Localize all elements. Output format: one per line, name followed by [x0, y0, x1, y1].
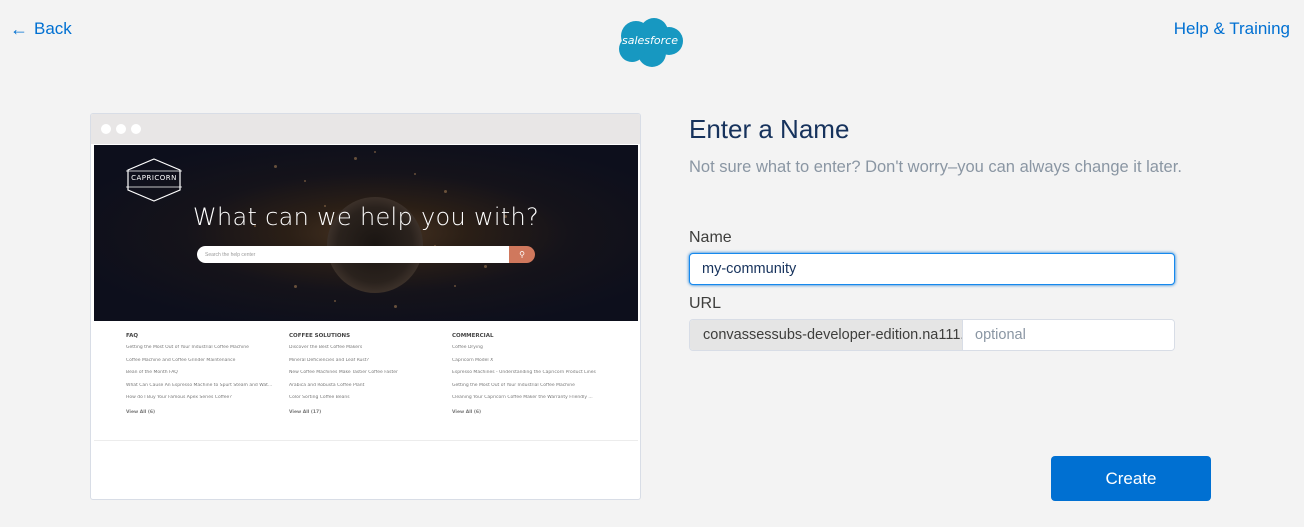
preview-browser-bar: [91, 114, 640, 144]
search-icon: ⚲: [509, 246, 535, 263]
preview-topic-link: Espresso Machines - Understanding the Ca…: [452, 370, 596, 375]
url-suffix-input[interactable]: [963, 320, 1174, 350]
page-subtitle: Not sure what to enter? Don't worry–you …: [689, 158, 1182, 176]
preview-column-heading: COMMERCIAL: [452, 333, 494, 339]
preview-topic-link: Color Sorting Coffee Beans: [289, 395, 350, 400]
preview-search-field: Search the help center: [197, 246, 509, 263]
name-input[interactable]: [689, 253, 1175, 285]
preview-topic-link: Discover the Best Coffee Makers: [289, 345, 363, 350]
window-dot-icon: [116, 124, 126, 134]
preview-view-all: View All (17): [289, 409, 322, 415]
url-label: URL: [689, 295, 722, 312]
preview-topic-link: Arabica and Robusta Coffee Plant: [289, 382, 365, 388]
preview-search-bar: Search the help center ⚲: [197, 246, 535, 263]
brand-badge: CAPRICORN: [122, 157, 186, 203]
url-prefix: convassessubs-developer-edition.na111.fo…: [690, 320, 963, 350]
page-title: Enter a Name: [689, 114, 850, 144]
window-dot-icon: [131, 124, 141, 134]
preview-topic-links: FAQ Getting the Most Out of Your Industri…: [94, 321, 638, 441]
brand-name: CAPRICORN: [131, 174, 177, 182]
preview-topic-link: New Coffee Machines Make Tastier Coffee …: [289, 370, 398, 375]
back-label: Back: [34, 19, 72, 38]
salesforce-logo: salesforce: [614, 17, 686, 69]
preview-column: COMMERCIAL Coffee Drying Capricorn Model X…: [452, 333, 615, 440]
preview-topic-link: Capricorn Model X: [452, 357, 494, 363]
back-link[interactable]: ← Back: [10, 19, 72, 39]
url-field-group: convassessubs-developer-edition.na111.fo…: [689, 319, 1175, 351]
preview-topic-link: What Can Cause An Espresso Machine to Sp…: [126, 382, 273, 388]
preview-hero: CAPRICORN What can we help you with? Sea…: [94, 145, 638, 321]
hero-title: What can we help you with?: [192, 203, 540, 231]
logo-text: salesforce: [622, 34, 678, 47]
preview-topic-link: Mineral Deficiencies and Leaf Rust?: [289, 357, 369, 363]
preview-topic-link: Coffee Drying: [452, 345, 483, 350]
preview-column-heading: COFFEE SOLUTIONS: [289, 333, 351, 339]
preview-topic-link: Getting the Most Out of Your Industrial …: [452, 382, 575, 388]
preview-column: COFFEE SOLUTIONS Discover the Best Coffee…: [289, 333, 452, 440]
preview-column-heading: FAQ: [126, 333, 139, 339]
create-button[interactable]: Create: [1051, 456, 1211, 501]
preview-topic-link: Bean of the Month FAQ: [126, 370, 178, 375]
preview-topic-link: How do I Buy Your Famous Apex Series Cof…: [126, 395, 232, 400]
preview-topic-link: Coffee Machine and Coffee Grinder Mainte…: [126, 357, 236, 363]
preview-view-all: View All (6): [452, 409, 482, 415]
name-label: Name: [689, 229, 732, 246]
community-preview: CAPRICORN What can we help you with? Sea…: [90, 113, 641, 500]
preview-topic-link: Cleaning Your Capricorn Coffee Maker the…: [452, 395, 593, 400]
arrow-left-icon: ←: [10, 19, 28, 39]
preview-topic-link: Getting the Most Out of Your Industrial …: [126, 345, 249, 350]
preview-column: FAQ Getting the Most Out of Your Industri…: [126, 333, 289, 440]
preview-view-all: View All (6): [126, 409, 156, 415]
window-dot-icon: [101, 124, 111, 134]
help-training-link[interactable]: Help & Training: [1174, 19, 1290, 39]
